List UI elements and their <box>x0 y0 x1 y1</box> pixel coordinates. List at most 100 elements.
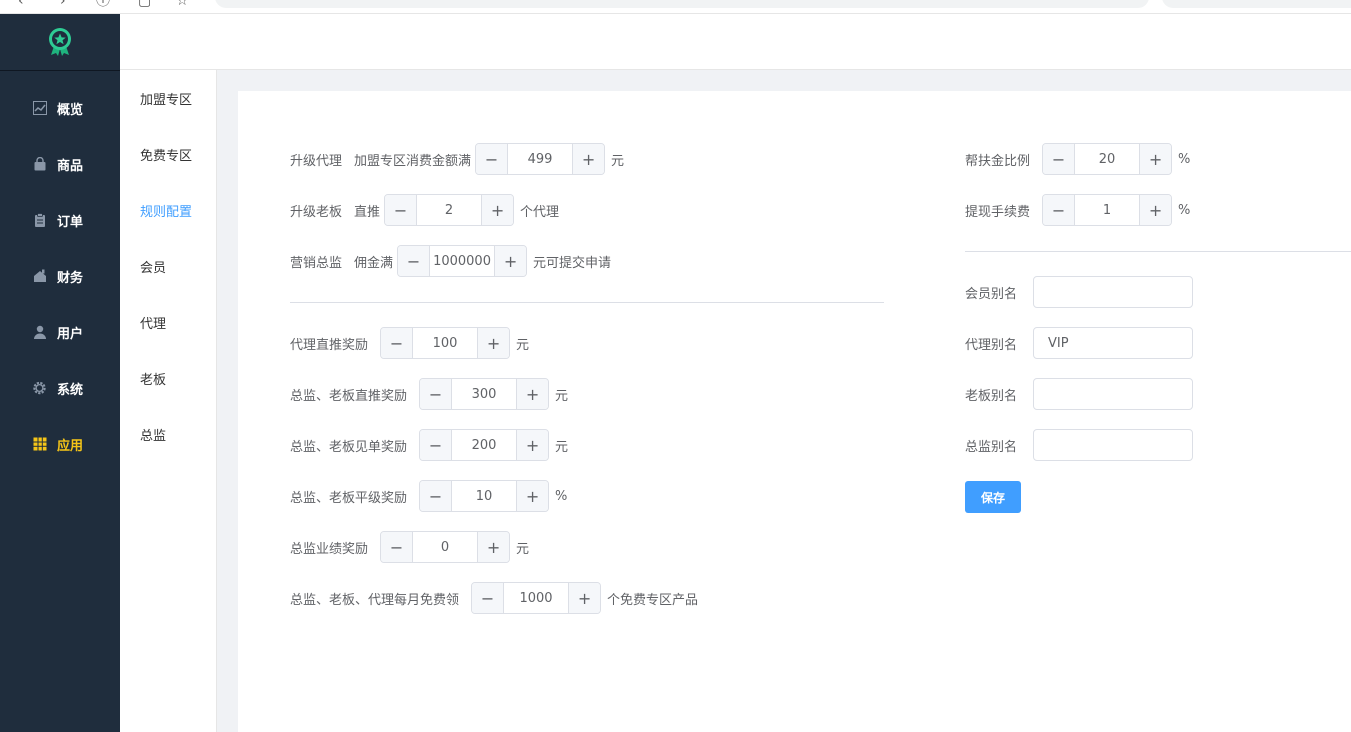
forward-icon[interactable]: › <box>60 0 66 8</box>
boss-level-reward-input[interactable] <box>452 481 517 511</box>
save-button[interactable]: 保存 <box>965 481 1021 513</box>
nav-item-users[interactable]: 用户 <box>0 304 120 360</box>
boss-order-reward-input[interactable] <box>452 430 517 460</box>
decrement-button[interactable]: − <box>385 195 418 225</box>
submenu: 加盟专区 免费专区 规则配置 会员 代理 老板 总监 <box>120 70 217 732</box>
boss-direct-reward-stepper: − + <box>419 378 550 410</box>
finance-icon <box>32 269 47 284</box>
submenu-item-boss[interactable]: 老板 <box>120 350 216 406</box>
increment-button[interactable]: + <box>516 481 549 511</box>
submenu-item-franchise-zone[interactable]: 加盟专区 <box>120 70 216 126</box>
agent-direct-reward-input[interactable] <box>413 328 478 358</box>
boss-direct-reward-input[interactable] <box>452 379 517 409</box>
decrement-button[interactable]: − <box>381 328 414 358</box>
monthly-free-suffix: 个免费专区产品 <box>607 592 699 608</box>
director-alias-input[interactable] <box>1033 429 1193 461</box>
marketing-director-input[interactable] <box>430 246 495 276</box>
boss-order-reward-stepper: − + <box>419 429 550 461</box>
decrement-button[interactable]: − <box>381 532 414 562</box>
boss-level-reward-label: 总监、老板平级奖励 <box>290 490 408 506</box>
decrement-button[interactable]: − <box>476 144 509 174</box>
director-perf-reward-stepper: − + <box>380 531 511 563</box>
member-alias-label: 会员别名 <box>965 286 1018 302</box>
upgrade-agent-row: 升级代理 加盟专区消费金额满 − + 元 <box>290 143 624 175</box>
boss-level-reward-stepper: − + <box>419 480 550 512</box>
agent-direct-reward-label: 代理直推奖励 <box>290 337 369 353</box>
nav-item-system[interactable]: 系统 <box>0 360 120 416</box>
upgrade-boss-prefix: 直推 <box>354 204 381 220</box>
agent-direct-reward-suffix: 元 <box>516 337 530 353</box>
submenu-item-rules-config[interactable]: 规则配置 <box>120 182 216 238</box>
content-area: 升级代理 加盟专区消费金额满 − + 元 升级老板 直推 − + 个代理 营销总… <box>217 70 1351 732</box>
boss-direct-reward-suffix: 元 <box>555 388 569 404</box>
support-ratio-suffix: % <box>1178 151 1191 167</box>
nav-item-label: 概览 <box>57 102 84 118</box>
decrement-button[interactable]: − <box>420 481 453 511</box>
submenu-item-agent[interactable]: 代理 <box>120 294 216 350</box>
nav-item-overview[interactable]: 概览 <box>0 80 120 136</box>
support-ratio-stepper: − + <box>1042 143 1173 175</box>
browser-side-box[interactable] <box>1162 0 1351 8</box>
decrement-button[interactable]: − <box>1043 144 1076 174</box>
support-ratio-input[interactable] <box>1075 144 1140 174</box>
increment-button[interactable]: + <box>494 246 527 276</box>
increment-button[interactable]: + <box>1139 144 1172 174</box>
agent-alias-label: 代理别名 <box>965 337 1018 353</box>
boss-alias-input[interactable] <box>1033 378 1193 410</box>
grid-icon <box>32 437 47 452</box>
nav-item-label: 财务 <box>57 270 84 286</box>
decrement-button[interactable]: − <box>398 246 431 276</box>
boss-order-reward-row: 总监、老板见单奖励 − + 元 <box>290 429 568 461</box>
chart-icon <box>32 101 47 116</box>
upgrade-boss-input[interactable] <box>417 195 482 225</box>
member-alias-input[interactable] <box>1033 276 1193 308</box>
increment-button[interactable]: + <box>477 328 510 358</box>
increment-button[interactable]: + <box>1139 195 1172 225</box>
decrement-button[interactable]: − <box>420 430 453 460</box>
increment-button[interactable]: + <box>477 532 510 562</box>
support-ratio-label: 帮扶金比例 <box>965 153 1031 169</box>
increment-button[interactable]: + <box>516 430 549 460</box>
nav-item-goods[interactable]: 商品 <box>0 136 120 192</box>
marketing-director-label: 营销总监 <box>290 255 343 271</box>
decrement-button[interactable]: − <box>1043 195 1076 225</box>
nav-item-label: 商品 <box>57 158 84 174</box>
marketing-director-prefix: 佣金满 <box>354 255 394 271</box>
info-icon[interactable]: ⓘ <box>96 0 110 8</box>
nav-item-finance[interactable]: 财务 <box>0 248 120 304</box>
agent-direct-reward-stepper: − + <box>380 327 511 359</box>
nav-item-orders[interactable]: 订单 <box>0 192 120 248</box>
star-icon[interactable]: ☆ <box>176 0 189 8</box>
agent-alias-input[interactable] <box>1033 327 1193 359</box>
submenu-item-director[interactable]: 总监 <box>120 406 216 462</box>
nav-item-apps[interactable]: 应用 <box>0 416 120 472</box>
address-bar[interactable] <box>215 0 1149 8</box>
nav-item-label: 用户 <box>57 326 84 342</box>
badge-logo-icon <box>49 28 71 56</box>
increment-button[interactable]: + <box>572 144 605 174</box>
tab-icon[interactable]: ▢ <box>138 0 151 8</box>
decrement-button[interactable]: − <box>472 583 505 613</box>
increment-button[interactable]: + <box>516 379 549 409</box>
decrement-button[interactable]: − <box>420 379 453 409</box>
gear-icon <box>32 381 47 396</box>
withdraw-fee-input[interactable] <box>1075 195 1140 225</box>
director-perf-reward-input[interactable] <box>413 532 478 562</box>
nav-item-label: 系统 <box>57 382 84 398</box>
submenu-item-member[interactable]: 会员 <box>120 238 216 294</box>
back-icon[interactable]: ‹ <box>18 0 24 8</box>
agent-direct-reward-row: 代理直推奖励 − + 元 <box>290 327 529 359</box>
monthly-free-input[interactable] <box>504 583 569 613</box>
main-nav: 概览 商品 订单 财务 用户 系统 应用 <box>0 80 120 472</box>
upgrade-agent-input[interactable] <box>508 144 573 174</box>
increment-button[interactable]: + <box>481 195 514 225</box>
logo <box>0 14 120 71</box>
withdraw-fee-label: 提现手续费 <box>965 204 1031 220</box>
upgrade-boss-stepper: − + <box>384 194 515 226</box>
marketing-director-suffix: 元可提交申请 <box>533 255 612 271</box>
increment-button[interactable]: + <box>568 583 601 613</box>
submenu-item-free-zone[interactable]: 免费专区 <box>120 126 216 182</box>
upgrade-agent-label: 升级代理 <box>290 153 343 169</box>
nav-item-label: 订单 <box>57 214 84 230</box>
boss-direct-reward-row: 总监、老板直推奖励 − + 元 <box>290 378 568 410</box>
